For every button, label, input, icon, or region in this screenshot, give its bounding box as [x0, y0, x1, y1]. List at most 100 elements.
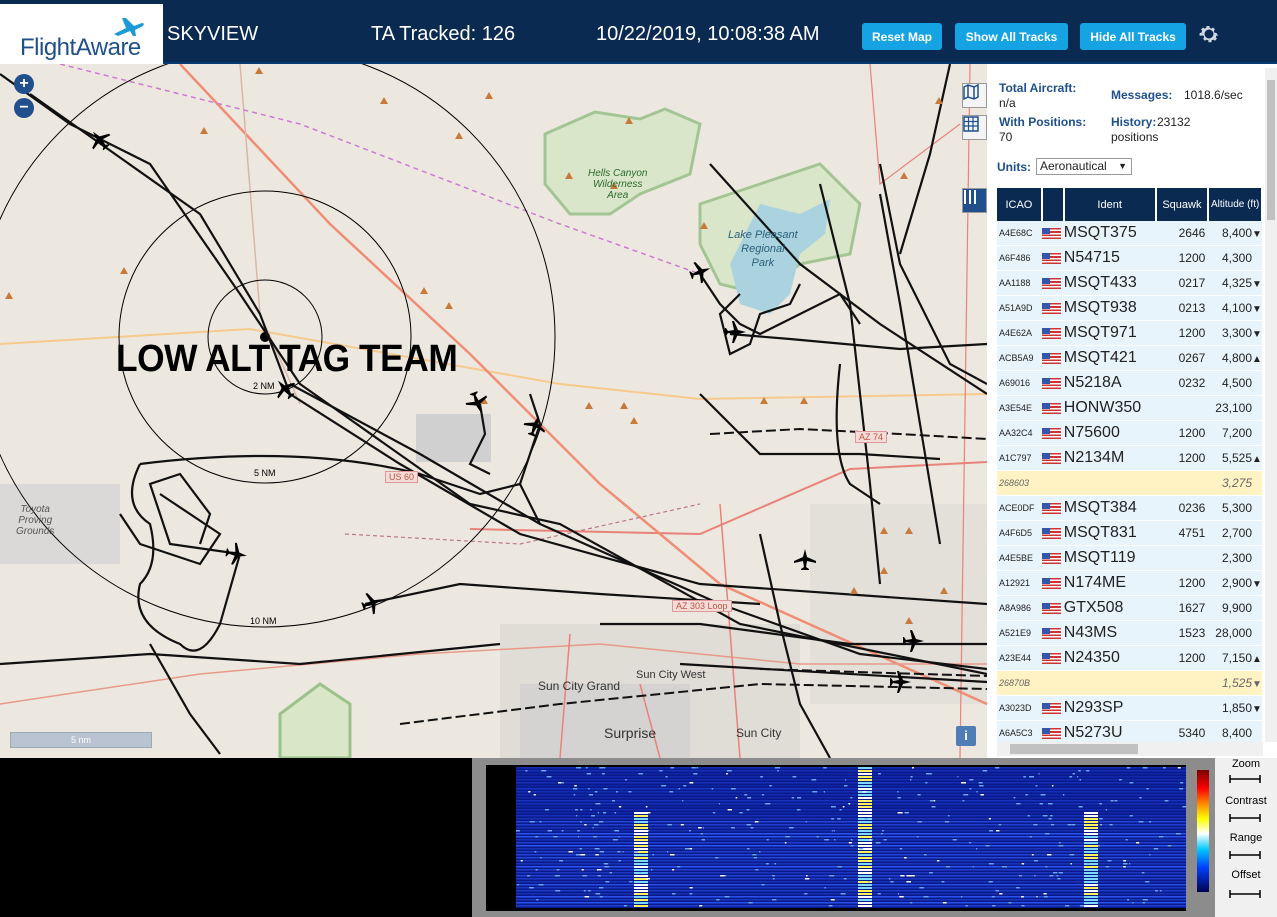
row-altitude: 28,000	[1208, 620, 1262, 646]
row-squawk: 1200	[1155, 245, 1209, 271]
label-sun-city-grand: Sun City Grand	[538, 679, 621, 693]
row-ident: N174ME	[1063, 570, 1156, 596]
total-aircraft-value: n/a	[999, 96, 1016, 110]
row-ident: N2134M	[1063, 445, 1156, 471]
table-row[interactable]: A4E68C MSQT375 2646 8,400▼	[997, 221, 1262, 246]
altitude-trend-icon: ▼	[1252, 679, 1262, 690]
table-row[interactable]: A51A9D MSQT938 0213 4,100▼	[997, 295, 1262, 321]
row-flag	[1041, 620, 1064, 646]
reset-map-button[interactable]: Reset Map	[862, 23, 942, 50]
us-flag-icon	[1041, 603, 1061, 615]
label-az74: AZ 74	[855, 431, 888, 443]
us-flag-icon	[1041, 353, 1061, 365]
panel-vertical-scroll-thumb[interactable]	[1267, 80, 1275, 220]
range-slider[interactable]	[1229, 850, 1261, 860]
altitude-value: 2,900	[1221, 576, 1252, 590]
row-flag	[1041, 695, 1064, 721]
units-label: Units:	[997, 160, 1031, 174]
table-row[interactable]: A23E44 N24350 1200 7,150▲	[997, 645, 1262, 671]
table-row[interactable]: 26870B 1,525▼	[997, 670, 1262, 696]
row-altitude: 2,700	[1208, 520, 1262, 546]
altitude-trend-icon: ▼	[1252, 579, 1262, 590]
map-layers-icon[interactable]	[962, 83, 987, 108]
row-squawk	[1155, 470, 1209, 496]
us-flag-icon	[1041, 628, 1061, 640]
contrast-slider[interactable]	[1229, 813, 1261, 823]
contrast-control-label: Contrast	[1225, 795, 1267, 807]
altitude-value: 23,100	[1215, 401, 1252, 415]
row-squawk: 2646	[1155, 221, 1209, 246]
table-row[interactable]: A1C797 N2134M 1200 5,525▲	[997, 445, 1262, 471]
col-ident[interactable]: Ident	[1063, 188, 1157, 221]
row-squawk: 0267	[1155, 345, 1209, 371]
col-altitude[interactable]: Altitude (ft)	[1208, 188, 1263, 221]
offset-slider[interactable]	[1229, 889, 1261, 899]
units-value: Aeronautical	[1040, 159, 1107, 173]
table-row[interactable]: A4E5BE MSQT119 2,300	[997, 545, 1262, 571]
row-flag	[1041, 520, 1064, 546]
hide-all-tracks-button[interactable]: Hide All Tracks	[1080, 23, 1186, 50]
zoom-out-button[interactable]: −	[14, 98, 34, 118]
row-altitude: 7,200	[1208, 420, 1262, 446]
table-row[interactable]: AA32C4 N75600 1200 7,200	[997, 420, 1262, 446]
us-flag-icon	[1041, 253, 1061, 265]
table-row[interactable]: A69016 N5218A 0232 4,500	[997, 370, 1262, 396]
row-flag	[1041, 470, 1064, 496]
info-button[interactable]: i	[956, 726, 976, 746]
spectrum-waterfall[interactable]	[516, 767, 1186, 908]
row-ident	[1063, 670, 1156, 696]
panel-horizontal-scroll-thumb[interactable]	[1010, 744, 1138, 754]
map-view[interactable]: + − Hells Canyon Wilderness Area Lake Pl…	[0, 64, 987, 758]
row-icao: ACE0DF	[997, 495, 1042, 521]
grid-icon[interactable]	[962, 115, 987, 140]
us-flag-icon	[1041, 703, 1061, 715]
row-ident: HONW350	[1063, 395, 1156, 421]
us-flag-icon	[1041, 228, 1061, 240]
table-row[interactable]: ACB5A9 MSQT421 0267 4,800▲	[997, 345, 1262, 371]
row-flag	[1041, 320, 1064, 346]
table-row[interactable]: A6F486 N54715 1200 4,300	[997, 245, 1262, 271]
show-all-tracks-button[interactable]: Show All Tracks	[955, 23, 1068, 50]
row-flag	[1041, 495, 1064, 521]
row-icao: 26870B	[997, 670, 1042, 696]
row-squawk: 0213	[1155, 295, 1209, 321]
ring-label-5nm: 5 NM	[254, 468, 276, 478]
altitude-value: 1,850	[1221, 701, 1252, 715]
col-flag[interactable]	[1041, 188, 1065, 221]
table-row[interactable]: A3E54E HONW350 23,100	[997, 395, 1262, 421]
row-altitude: 2,300	[1208, 545, 1262, 571]
row-squawk: 1627	[1155, 595, 1209, 621]
table-row[interactable]: 268603 3,275	[997, 470, 1262, 496]
table-row[interactable]: A3023D N293SP 1,850▼	[997, 695, 1262, 721]
row-altitude: 3,275	[1208, 470, 1262, 496]
table-row[interactable]: AA1188 MSQT433 0217 4,325▼	[997, 270, 1262, 296]
col-icao[interactable]: ICAO	[997, 188, 1043, 221]
flightaware-logo[interactable]: FlightAware	[0, 4, 163, 64]
table-row[interactable]: A521E9 N43MS 1523 28,000	[997, 620, 1262, 646]
row-squawk	[1155, 545, 1209, 571]
table-row[interactable]: A8A986 GTX508 1627 9,900	[997, 595, 1262, 621]
gear-icon[interactable]	[1197, 22, 1221, 46]
zoom-slider[interactable]	[1229, 774, 1261, 784]
columns-icon[interactable]	[962, 188, 987, 213]
altitude-trend-icon: ▲	[1252, 654, 1262, 665]
us-flag-icon	[1041, 578, 1061, 590]
row-squawk: 1200	[1155, 645, 1209, 671]
col-squawk[interactable]: Squawk	[1155, 188, 1210, 221]
altitude-trend-icon: ▼	[1252, 229, 1262, 240]
table-row[interactable]: A4F6D5 MSQT831 4751 2,700	[997, 520, 1262, 546]
table-row[interactable]: ACE0DF MSQT384 0236 5,300	[997, 495, 1262, 521]
map-canvas	[0, 64, 987, 758]
altitude-value: 3,300	[1221, 326, 1252, 340]
row-flag	[1041, 221, 1064, 246]
table-row[interactable]: A12921 N174ME 1200 2,900▼	[997, 570, 1262, 596]
label-surprise: Surprise	[604, 725, 657, 741]
table-row[interactable]: A4E62A MSQT971 1200 3,300▼	[997, 320, 1262, 346]
row-squawk: 0217	[1155, 270, 1209, 296]
zoom-in-button[interactable]: +	[14, 74, 34, 94]
row-ident: N43MS	[1063, 620, 1156, 646]
row-altitude: 9,900	[1208, 595, 1262, 621]
units-select[interactable]: Aeronautical ▼	[1036, 158, 1132, 175]
row-icao: A51A9D	[997, 295, 1042, 321]
altitude-value: 4,300	[1221, 251, 1252, 265]
